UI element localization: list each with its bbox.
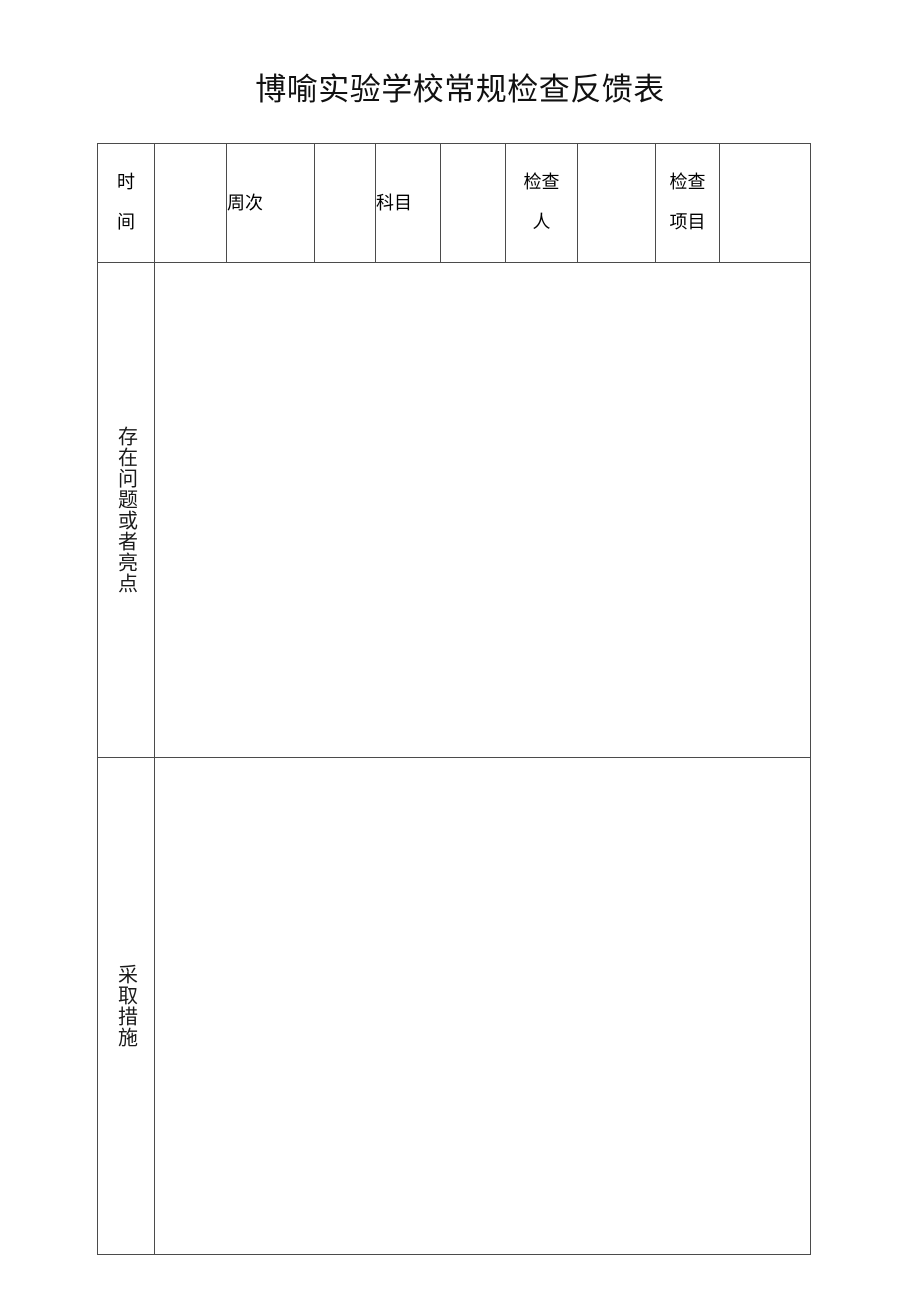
header-cell-week-label: 周次 [226,143,315,263]
subject-label-text: 科目 [376,192,412,214]
inspection-item-label-stack: 检查 项目 [656,163,719,243]
time-label-line-2: 间 [117,212,135,233]
header-field-week-value[interactable] [314,143,376,263]
header-cell-inspection-item-label: 检查 项目 [655,143,720,263]
row-label-problems-highlights: 存在问题或者亮点 [97,262,155,758]
header-field-inspector-value[interactable] [577,143,656,263]
inspection-item-label-line-1: 检查 [669,172,706,193]
row-label-measures-taken: 采取措施 [97,757,155,1255]
inspection-item-label-line-2: 项目 [669,212,706,233]
vertical-label-wrapper: 采取措施 [98,758,154,1254]
table-row-problems-highlights: 存在问题或者亮点 [97,262,811,758]
inspector-label-line-1: 检查 [523,172,560,193]
header-cell-inspector-label: 检查 人 [505,143,578,263]
table-row-measures-taken: 采取措施 [97,757,811,1255]
problems-highlights-label-text: 存在问题或者亮点 [114,426,139,594]
header-field-time-value[interactable] [154,143,227,263]
measures-taken-content-area[interactable] [154,757,811,1255]
header-cell-subject-label: 科目 [375,143,441,263]
header-field-subject-value[interactable] [440,143,506,263]
time-label-stack: 时 间 [98,163,154,243]
vertical-label-wrapper: 存在问题或者亮点 [98,263,154,757]
problems-highlights-content-area[interactable] [154,262,811,758]
page-title: 博喻实验学校常规检查反馈表 [255,72,665,108]
table-header-row: 时 间 周次 科目 检查 人 检查 项目 [97,143,811,263]
measures-taken-label-text: 采取措施 [114,964,139,1048]
inspection-feedback-table: 时 间 周次 科目 检查 人 检查 项目 存在问题或者亮点 采取措施 [97,143,811,1255]
inspector-label-stack: 检查 人 [506,163,577,243]
time-label-line-1: 时 [117,172,135,193]
document-page: 博喻实验学校常规检查反馈表 时 间 周次 科目 检查 人 检查 项目 存在问题或… [0,0,920,1301]
header-field-inspection-item-value[interactable] [719,143,811,263]
week-label-text: 周次 [227,192,263,214]
inspector-label-line-2: 人 [532,212,551,233]
header-cell-time-label: 时 间 [97,143,155,263]
